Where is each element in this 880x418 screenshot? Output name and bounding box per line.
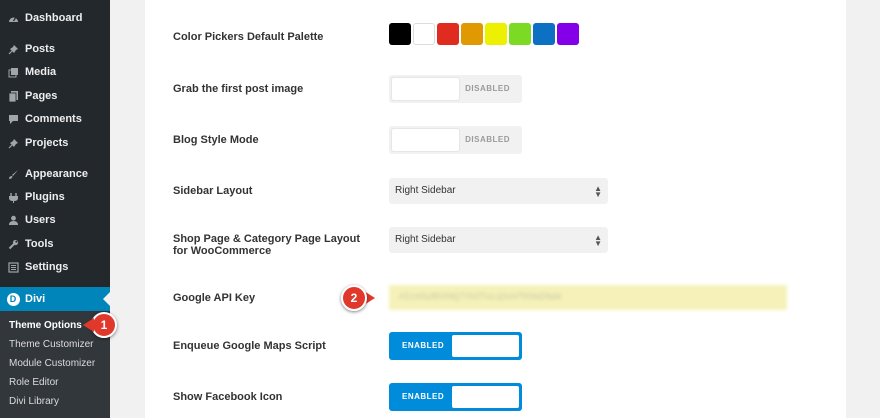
menu-item-pages[interactable]: Pages [0,85,110,107]
facebook-icon-label: Show Facebook Icon [173,391,283,403]
admin-sidebar: Dashboard Posts Media Pages Comments Pro… [0,0,110,418]
color-swatch[interactable] [533,23,555,45]
callout-number: 2 [341,285,367,311]
menu-label: Appearance [25,168,88,180]
color-palette [389,23,581,45]
toggle-knob [452,386,519,408]
toggle-state: DISABLED [465,84,510,93]
sidebar-layout-select[interactable]: Right Sidebar ▲ ▼ [389,178,608,204]
palette-label: Color Pickers Default Palette [173,31,324,43]
plugin-icon [6,190,20,204]
toggle-knob [392,78,459,100]
sidebar-layout-label: Sidebar Layout [173,185,253,197]
blog-style-toggle[interactable]: DISABLED [389,126,522,154]
color-swatch[interactable] [437,23,459,45]
menu-label: Comments [25,113,82,125]
toggle-knob [392,129,459,151]
menu-label: Projects [25,137,69,149]
pages-icon [6,89,20,103]
menu-label: Plugins [25,191,65,203]
color-swatch[interactable] [509,23,531,45]
menu-item-dashboard[interactable]: Dashboard [0,7,110,29]
toggle-knob [452,335,519,357]
menu-item-projects[interactable]: Projects [0,132,110,154]
menu-label: Posts [25,43,55,55]
menu-label: Divi [25,293,46,305]
menu-item-settings[interactable]: Settings [0,256,110,278]
menu-item-users[interactable]: Users [0,209,110,231]
shop-layout-label: Shop Page & Category Page Layout for Woo… [173,233,361,257]
select-value: Right Sidebar [395,234,456,245]
color-swatch[interactable] [461,23,483,45]
submenu-module-customizer[interactable]: Module Customizer [9,358,95,369]
color-swatch[interactable] [389,23,411,45]
select-arrows-icon: ▲ ▼ [594,233,602,248]
toggle-state: ENABLED [402,392,445,401]
media-icon [6,65,20,79]
menu-item-divi[interactable]: D Divi [0,287,110,311]
menu-item-appearance[interactable]: Appearance [0,163,110,185]
toggle-state: ENABLED [402,341,445,350]
shop-layout-select[interactable]: Right Sidebar ▲ ▼ [389,227,608,253]
toggle-state: DISABLED [465,135,510,144]
dashboard-icon [6,11,20,25]
menu-item-comments[interactable]: Comments [0,108,110,130]
color-swatch[interactable] [557,23,579,45]
select-value: Right Sidebar [395,185,456,196]
pin-icon [6,42,20,56]
first-image-toggle[interactable]: DISABLED [389,75,522,103]
menu-item-plugins[interactable]: Plugins [0,186,110,208]
api-key-input[interactable] [389,285,787,310]
comments-icon [6,112,20,126]
theme-options-panel: Color Pickers Default Palette Grab the f… [145,0,846,418]
menu-label: Dashboard [25,12,83,24]
facebook-icon-toggle[interactable]: ENABLED [389,383,522,411]
submenu-theme-customizer[interactable]: Theme Customizer [9,339,93,350]
menu-item-posts[interactable]: Posts [0,38,110,60]
wrench-icon [6,237,20,251]
menu-label: Pages [25,90,58,102]
menu-label: Tools [25,238,54,250]
callout-marker-1: 1 [83,312,117,338]
pin-icon [6,136,20,150]
color-swatch[interactable] [413,23,435,45]
active-indicator [103,292,110,306]
callout-pointer [83,318,94,332]
blog-style-label: Blog Style Mode [173,134,259,146]
settings-icon [6,260,20,274]
color-swatch[interactable] [485,23,507,45]
maps-script-toggle[interactable]: ENABLED [389,332,522,360]
first-image-label: Grab the first post image [173,83,304,95]
submenu-role-editor[interactable]: Role Editor [9,377,58,388]
submenu-theme-options[interactable]: Theme Options [9,320,82,331]
divi-logo-icon: D [6,292,20,306]
callout-number: 1 [91,312,117,338]
menu-item-tools[interactable]: Tools [0,233,110,255]
users-icon [6,213,20,227]
submenu-divi-library[interactable]: Divi Library [9,396,59,407]
select-arrows-icon: ▲ ▼ [594,184,602,199]
menu-label: Users [25,214,56,226]
menu-label: Settings [25,261,69,273]
callout-marker-2: 2 [341,285,375,311]
brush-icon [6,167,20,181]
callout-body: 2 [341,285,375,311]
maps-script-label: Enqueue Google Maps Script [173,340,326,352]
menu-label: Media [25,66,57,78]
menu-item-media[interactable]: Media [0,61,110,83]
